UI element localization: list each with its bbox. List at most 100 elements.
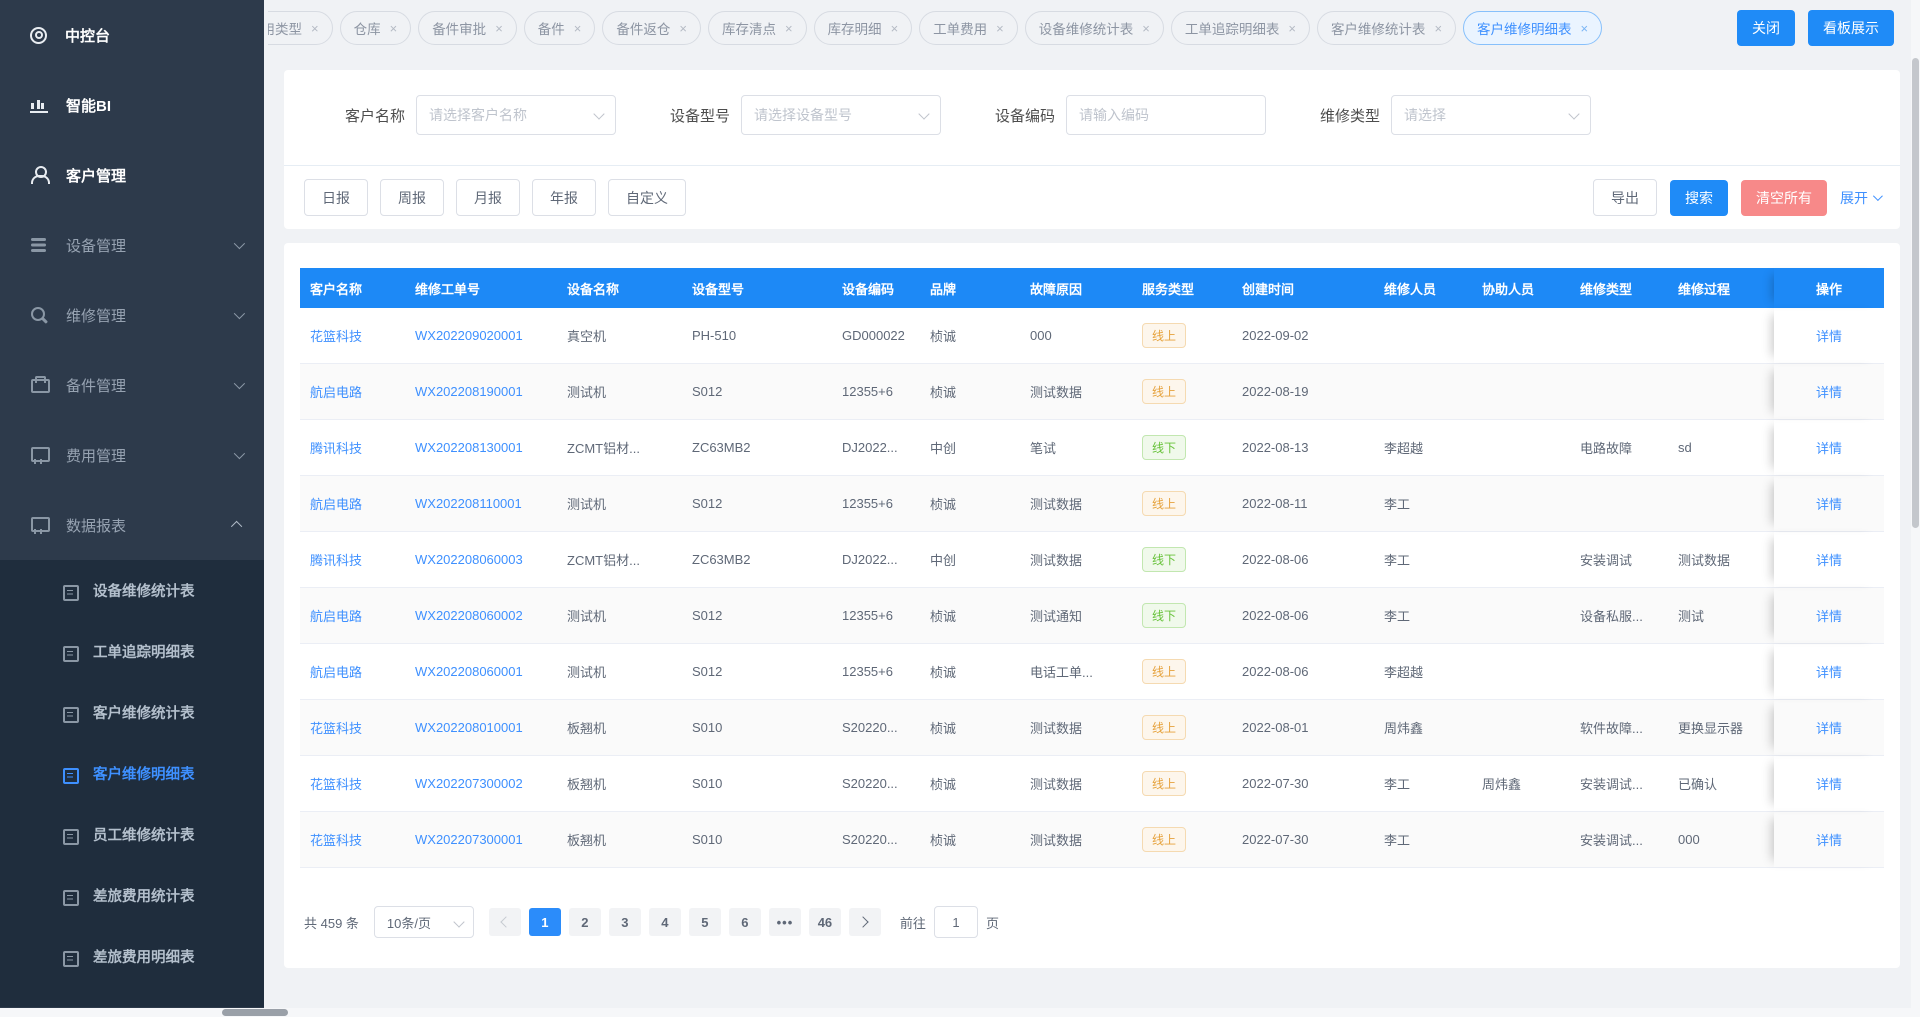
sidebar-subitem[interactable]: 员工维修统计表	[0, 804, 264, 865]
work-order-link[interactable]: WX202208010001	[415, 720, 523, 735]
page-button[interactable]: •••	[769, 908, 801, 936]
sidebar-item[interactable]: 设备管理	[0, 210, 264, 280]
work-order-link[interactable]: WX202208060003	[415, 552, 523, 567]
tab-chip[interactable]: 库存明细 ×	[814, 11, 913, 45]
sidebar-subitem[interactable]: 差旅费用统计表	[0, 865, 264, 926]
period-button[interactable]: 周报	[380, 179, 444, 216]
page-button[interactable]: 6	[729, 908, 761, 936]
sidebar-item[interactable]: 费用管理	[0, 420, 264, 490]
close-tab-icon[interactable]: ×	[996, 22, 1004, 35]
work-order-link[interactable]: WX202209020001	[415, 328, 523, 343]
sidebar-subitem[interactable]: 差旅费用明细表	[0, 926, 264, 987]
tab-chip[interactable]: 备件 ×	[524, 11, 596, 45]
tab-chip[interactable]: 备件返仓 ×	[602, 11, 701, 45]
sidebar-subitem[interactable]: 客户维修明细表	[0, 743, 264, 804]
detail-link[interactable]: 详情	[1816, 830, 1842, 849]
sidebar-subitem[interactable]: 工单追踪明细表	[0, 621, 264, 682]
close-tab-icon[interactable]: ×	[311, 22, 319, 35]
sidebar-item[interactable]: 客户管理	[0, 140, 264, 210]
customer-link[interactable]: 航启电路	[310, 609, 362, 624]
close-tab-icon[interactable]: ×	[785, 22, 793, 35]
work-order-link[interactable]: WX202208060001	[415, 664, 523, 679]
period-button[interactable]: 日报	[304, 179, 368, 216]
tab-chip[interactable]: 设备维修统计表 ×	[1025, 11, 1164, 45]
detail-link[interactable]: 详情	[1816, 438, 1842, 457]
prev-page-button[interactable]	[489, 908, 521, 936]
horizontal-scrollbar-thumb[interactable]	[222, 1009, 288, 1016]
detail-link[interactable]: 详情	[1816, 326, 1842, 345]
vertical-scrollbar[interactable]	[1911, 0, 1920, 1017]
period-button[interactable]: 月报	[456, 179, 520, 216]
export-button[interactable]: 导出	[1593, 179, 1657, 216]
sidebar-item[interactable]: 中控台	[0, 0, 264, 70]
page-button[interactable]: 2	[569, 908, 601, 936]
sidebar-item[interactable]: 智能BI	[0, 70, 264, 140]
detail-link[interactable]: 详情	[1816, 550, 1842, 569]
work-order-link[interactable]: WX202208060002	[415, 608, 523, 623]
page-button[interactable]: 5	[689, 908, 721, 936]
tab-chip[interactable]: 仓库 ×	[340, 11, 412, 45]
period-button[interactable]: 自定义	[608, 179, 686, 216]
vertical-scrollbar-thumb[interactable]	[1912, 58, 1919, 528]
work-order-link[interactable]: WX202208130001	[415, 440, 523, 455]
customer-link[interactable]: 花篮科技	[310, 777, 362, 792]
clear-all-button[interactable]: 清空所有	[1741, 180, 1827, 216]
detail-link[interactable]: 详情	[1816, 382, 1842, 401]
board-display-button[interactable]: 看板展示	[1808, 10, 1894, 46]
page-button[interactable]: 46	[809, 908, 841, 936]
detail-link[interactable]: 详情	[1816, 774, 1842, 793]
customer-link[interactable]: 航启电路	[310, 385, 362, 400]
detail-link[interactable]: 详情	[1816, 606, 1842, 625]
sidebar-item[interactable]: 维修管理	[0, 280, 264, 350]
customer-link[interactable]: 腾讯科技	[310, 441, 362, 456]
sidebar-item[interactable]: 备件管理	[0, 350, 264, 420]
sidebar-item[interactable]: 数据报表	[0, 490, 264, 560]
tab-chip[interactable]: 库存清点 ×	[708, 11, 807, 45]
page-button[interactable]: 3	[609, 908, 641, 936]
customer-link[interactable]: 航启电路	[310, 497, 362, 512]
detail-link[interactable]: 详情	[1816, 494, 1842, 513]
next-page-button[interactable]	[849, 908, 881, 936]
filter-control[interactable]: 请选择客户名称	[416, 95, 616, 135]
close-tab-icon[interactable]: ×	[1581, 22, 1589, 35]
close-tab-icon[interactable]: ×	[891, 22, 899, 35]
customer-link[interactable]: 花篮科技	[310, 329, 362, 344]
close-tab-icon[interactable]: ×	[390, 22, 398, 35]
sidebar-subitem[interactable]: 客户维修统计表	[0, 682, 264, 743]
close-button[interactable]: 关闭	[1737, 10, 1795, 46]
customer-link[interactable]: 腾讯科技	[310, 553, 362, 568]
detail-link[interactable]: 详情	[1816, 662, 1842, 681]
work-order-link[interactable]: WX202207300002	[415, 776, 523, 791]
tab-chip[interactable]: 备件审批 ×	[418, 11, 517, 45]
customer-link[interactable]: 花篮科技	[310, 833, 362, 848]
page-button[interactable]: 1	[529, 908, 561, 936]
filter-control[interactable]: 请输入编码	[1066, 95, 1266, 135]
close-tab-icon[interactable]: ×	[1288, 22, 1296, 35]
work-order-link[interactable]: WX202208110001	[415, 496, 522, 511]
tab-chip[interactable]: 工单费用 ×	[919, 11, 1018, 45]
page-size-select[interactable]: 10条/页	[374, 906, 474, 938]
tab-chip[interactable]: 客户维修明细表 ×	[1463, 11, 1602, 45]
tab-chip[interactable]: 费用类型 ×	[268, 11, 333, 45]
detail-link[interactable]: 详情	[1816, 718, 1842, 737]
tab-chip[interactable]: 工单追踪明细表 ×	[1171, 11, 1310, 45]
customer-link[interactable]: 航启电路	[310, 665, 362, 680]
filter-control[interactable]: 请选择	[1391, 95, 1591, 135]
horizontal-scrollbar[interactable]	[0, 1008, 1920, 1017]
search-button[interactable]: 搜索	[1670, 180, 1728, 216]
close-tab-icon[interactable]: ×	[1434, 22, 1442, 35]
work-order-link[interactable]: WX202207300001	[415, 832, 523, 847]
period-button[interactable]: 年报	[532, 179, 596, 216]
sidebar-subitem[interactable]: 设备维修统计表	[0, 560, 264, 621]
close-tab-icon[interactable]: ×	[679, 22, 687, 35]
page-button[interactable]: 4	[649, 908, 681, 936]
customer-link[interactable]: 花篮科技	[310, 721, 362, 736]
close-tab-icon[interactable]: ×	[574, 22, 582, 35]
goto-page-input[interactable]	[934, 906, 978, 938]
work-order-link[interactable]: WX202208190001	[415, 384, 523, 399]
close-tab-icon[interactable]: ×	[495, 22, 503, 35]
tab-chip[interactable]: 客户维修统计表 ×	[1317, 11, 1456, 45]
expand-toggle[interactable]: 展开	[1840, 188, 1880, 208]
close-tab-icon[interactable]: ×	[1142, 22, 1150, 35]
filter-control[interactable]: 请选择设备型号	[741, 95, 941, 135]
